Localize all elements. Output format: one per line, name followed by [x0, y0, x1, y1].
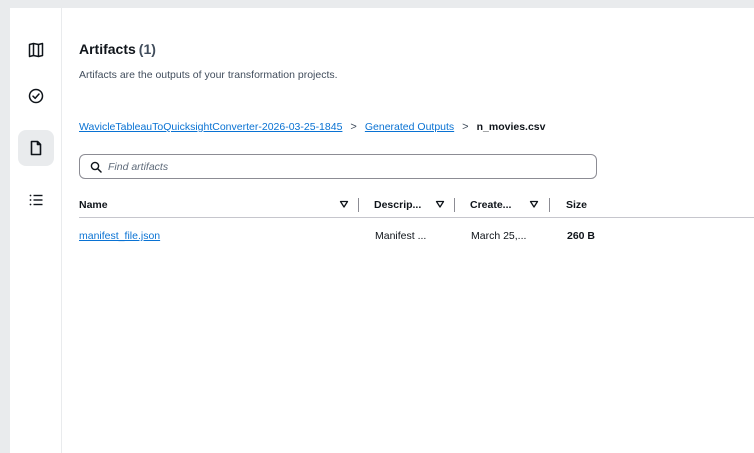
column-divider[interactable] — [358, 198, 359, 212]
navigation-rail — [10, 8, 62, 453]
column-header-description[interactable]: Descrip... — [374, 192, 421, 218]
cell-description: Manifest ... — [375, 230, 427, 242]
breadcrumb-generated-outputs-link[interactable]: Generated Outputs — [365, 121, 454, 133]
breadcrumb-project-link[interactable]: WavicleTableauToQuicksightConverter-2026… — [79, 121, 342, 133]
rail-button-status[interactable] — [18, 78, 54, 114]
page-description: Artifacts are the outputs of your transf… — [79, 69, 338, 81]
breadcrumb: WavicleTableauToQuicksightConverter-2026… — [79, 121, 546, 133]
search-field[interactable] — [79, 154, 597, 179]
search-input[interactable] — [108, 160, 568, 173]
artifacts-table: Name Descrip... Create... Size manifest_… — [79, 192, 754, 254]
page-title-text: Artifacts — [79, 41, 136, 57]
column-divider[interactable] — [549, 198, 550, 212]
cell-name: manifest_file.json — [79, 218, 160, 254]
table-header: Name Descrip... Create... Size — [79, 192, 754, 218]
file-icon — [30, 140, 42, 156]
breadcrumb-separator: > — [350, 121, 357, 133]
cell-created: March 25,... — [471, 230, 527, 242]
search-icon — [90, 161, 102, 173]
list-icon — [29, 194, 43, 206]
page-title: Artifacts (1) — [79, 41, 156, 57]
book-icon — [28, 42, 44, 58]
window-left-border — [0, 0, 10, 453]
sort-caret-icon[interactable] — [339, 199, 349, 209]
artifacts-panel: Artifacts (1) Artifacts are the outputs o… — [63, 8, 754, 453]
rail-button-artifacts[interactable] — [18, 130, 54, 166]
column-header-created[interactable]: Create... — [470, 192, 511, 218]
sort-caret-icon[interactable] — [529, 199, 539, 209]
rail-button-list[interactable] — [18, 182, 54, 218]
column-header-name[interactable]: Name — [79, 192, 108, 218]
window-top-border — [0, 0, 754, 8]
breadcrumb-current: n_movies.csv — [476, 121, 546, 133]
table-row: manifest_file.json Manifest ... March 25… — [79, 218, 754, 254]
cell-size: 260 B — [567, 230, 596, 242]
artifact-count: (1) — [138, 41, 156, 57]
column-header-size: Size — [566, 199, 588, 211]
column-divider[interactable] — [454, 198, 455, 212]
check-circle-icon — [28, 88, 44, 104]
rail-button-docs[interactable] — [18, 32, 54, 68]
artifact-link[interactable]: manifest_file.json — [79, 230, 160, 242]
breadcrumb-separator: > — [462, 121, 469, 133]
sort-caret-icon[interactable] — [435, 199, 445, 209]
